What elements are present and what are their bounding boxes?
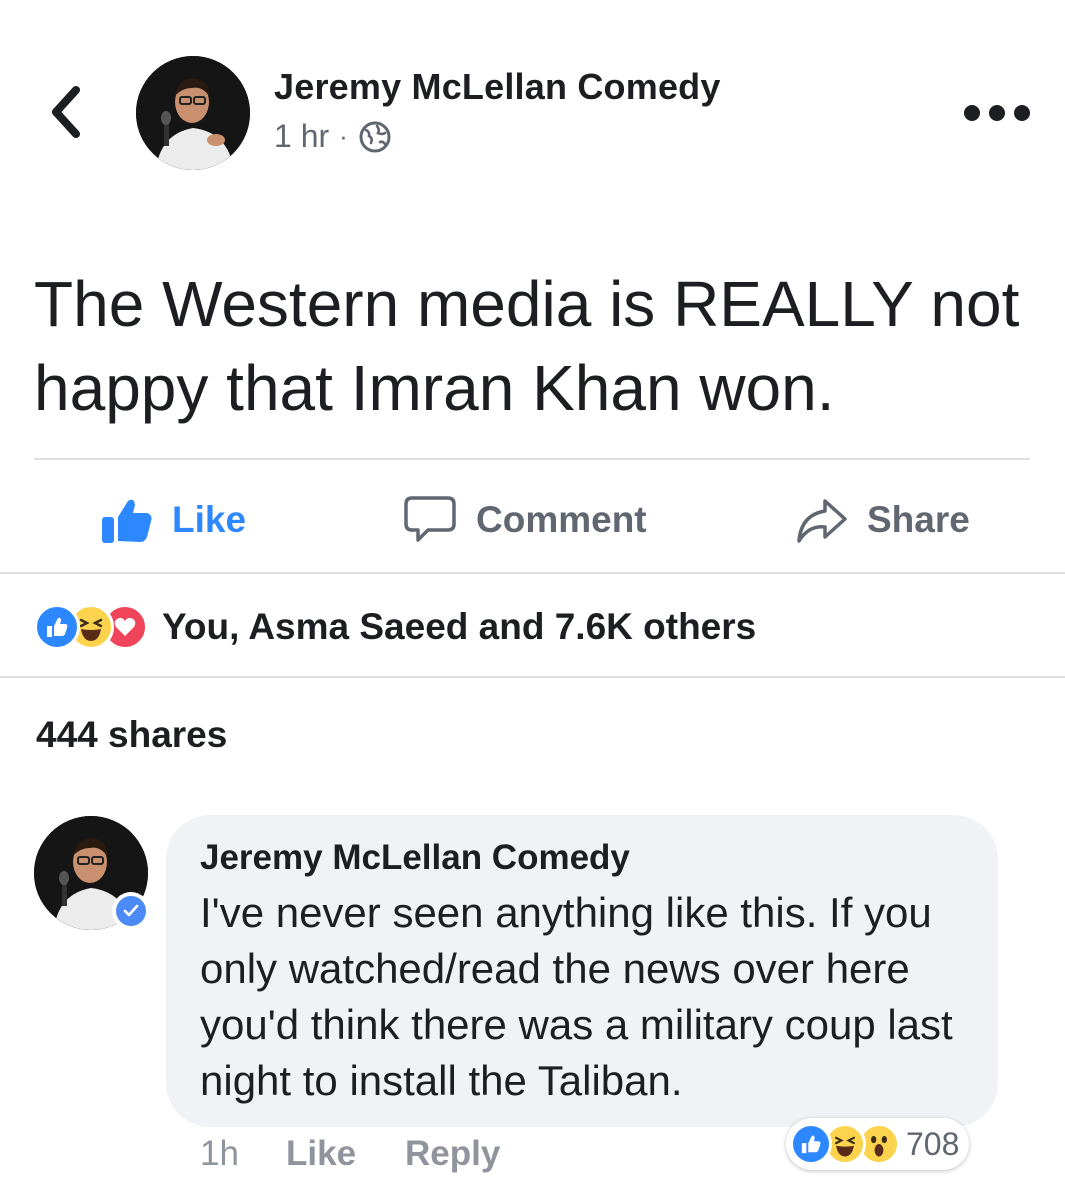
like-label: Like xyxy=(172,499,247,540)
divider xyxy=(0,572,1065,574)
comment-label: Comment xyxy=(476,499,647,540)
reactions-summary[interactable]: You, Asma Saeed and 7.6K others xyxy=(34,604,756,650)
post-meta: 1 hr · xyxy=(274,118,392,155)
author-avatar[interactable] xyxy=(136,56,250,170)
divider xyxy=(0,676,1065,678)
more-dots-icon xyxy=(964,105,980,121)
share-button[interactable]: Share xyxy=(795,490,970,550)
shares-count[interactable]: 444 shares xyxy=(36,714,227,756)
divider xyxy=(34,458,1030,460)
comment-text: I've never seen anything like this. If y… xyxy=(200,889,953,1104)
verified-badge-icon xyxy=(112,892,150,930)
reactions-summary-text[interactable]: You, Asma Saeed and 7.6K others xyxy=(162,606,756,648)
comment-author-name[interactable]: Jeremy McLellan Comedy xyxy=(200,838,630,878)
back-button[interactable] xyxy=(44,82,88,142)
chevron-left-icon xyxy=(52,86,80,138)
comment-reply-button[interactable]: Reply xyxy=(405,1134,500,1174)
comment-like-button[interactable]: Like xyxy=(286,1134,356,1174)
more-dots-icon xyxy=(1014,105,1030,121)
globe-icon xyxy=(359,121,391,152)
meta-separator: · xyxy=(339,121,348,151)
share-label: Share xyxy=(867,499,970,540)
post-time[interactable]: 1 hr xyxy=(274,118,329,155)
post-text: The Western media is REALLY not happy th… xyxy=(34,268,1020,424)
like-button[interactable]: Like xyxy=(100,490,246,550)
like-reaction-icon xyxy=(34,604,80,650)
comment-button[interactable]: Comment xyxy=(402,490,647,550)
post-author-name[interactable]: Jeremy McLellan Comedy xyxy=(274,66,721,108)
avatar-photo xyxy=(136,56,250,170)
more-dots-icon xyxy=(989,105,1005,121)
comment-icon xyxy=(404,496,456,542)
like-reaction-icon xyxy=(790,1123,832,1165)
more-options-button[interactable] xyxy=(964,98,1030,128)
comment-reaction-count: 708 xyxy=(906,1125,960,1162)
comment-time[interactable]: 1h xyxy=(200,1134,239,1174)
share-icon xyxy=(797,499,847,543)
thumbs-up-icon xyxy=(102,499,152,543)
comment-reactions[interactable]: 708 xyxy=(786,1118,970,1170)
